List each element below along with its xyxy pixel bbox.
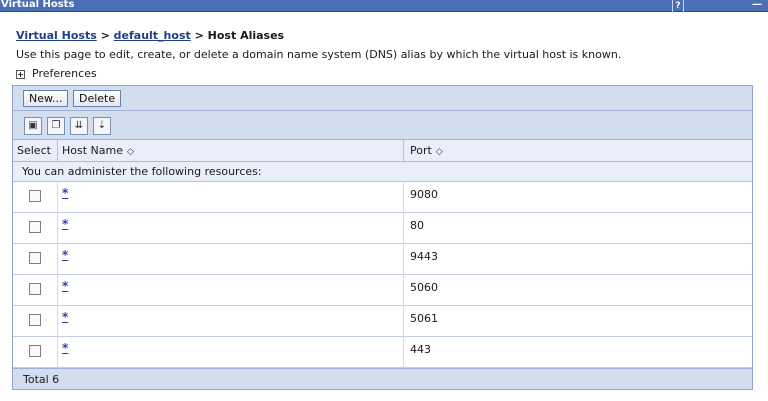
column-header-host-name-label: Host Name: [62, 144, 123, 157]
table-row: * 9443: [13, 244, 752, 275]
port-value: 5060: [410, 281, 438, 294]
new-button[interactable]: New...: [23, 90, 69, 107]
row-divider: [403, 182, 404, 213]
port-value: 9443: [410, 250, 438, 263]
expand-icon[interactable]: +: [16, 69, 25, 79]
row-select-checkbox[interactable]: [29, 345, 41, 357]
host-name-link[interactable]: *: [62, 310, 68, 324]
host-name-link[interactable]: *: [62, 341, 68, 355]
port-value: 9080: [410, 188, 438, 201]
row-select-checkbox[interactable]: [29, 221, 41, 233]
row-divider: [403, 337, 404, 368]
show-filter-icon[interactable]: ⇊: [70, 117, 88, 135]
delete-button[interactable]: Delete: [73, 90, 122, 107]
host-name-link[interactable]: *: [62, 279, 68, 293]
preferences-toggle[interactable]: + Preferences: [16, 67, 97, 80]
table-row: * 9080: [13, 182, 752, 213]
row-divider: [57, 306, 58, 337]
table-row: * 5061: [13, 306, 752, 337]
minimize-icon[interactable]: —: [746, 0, 768, 12]
breadcrumb-separator: >: [194, 29, 204, 42]
row-divider: [57, 182, 58, 213]
deselect-all-icon[interactable]: ❐: [47, 117, 65, 135]
port-value: 5061: [410, 312, 438, 325]
table-row: * 443: [13, 337, 752, 368]
table-total: Total 6: [13, 368, 752, 389]
help-icon[interactable]: ?: [672, 0, 684, 12]
row-divider: [403, 244, 404, 275]
table-row: * 5060: [13, 275, 752, 306]
row-divider: [403, 306, 404, 337]
action-toolbar: New... Delete: [13, 86, 752, 111]
row-divider: [403, 275, 404, 306]
column-divider: [57, 140, 58, 162]
table-toolbar: ▣ ❐ ⇊ ⇣: [13, 111, 752, 140]
column-divider: [403, 140, 404, 162]
row-select-checkbox[interactable]: [29, 190, 41, 202]
table-row: * 80: [13, 213, 752, 244]
window-title: Virtual Hosts: [1, 0, 75, 10]
port-value: 80: [410, 219, 424, 232]
page-description: Use this page to edit, create, or delete…: [16, 48, 622, 61]
breadcrumb-virtual-hosts-link[interactable]: Virtual Hosts: [16, 29, 97, 42]
breadcrumb-default-host-link[interactable]: default_host: [114, 29, 191, 42]
host-name-link[interactable]: *: [62, 217, 68, 231]
row-select-checkbox[interactable]: [29, 314, 41, 326]
sort-icon[interactable]: ◇: [436, 147, 443, 157]
breadcrumb-current: Host Aliases: [207, 29, 285, 42]
column-header-port-label: Port: [410, 144, 432, 157]
window-titlebar: Virtual Hosts ? —: [0, 0, 768, 12]
row-select-checkbox[interactable]: [29, 283, 41, 295]
row-divider: [57, 244, 58, 275]
row-divider: [57, 275, 58, 306]
host-name-link[interactable]: *: [62, 186, 68, 200]
clear-filter-icon[interactable]: ⇣: [93, 117, 111, 135]
column-header-select: Select: [17, 144, 51, 157]
select-all-icon[interactable]: ▣: [24, 117, 42, 135]
row-divider: [403, 213, 404, 244]
row-divider: [57, 337, 58, 368]
sort-icon[interactable]: ◇: [127, 147, 134, 157]
column-header-host-name[interactable]: Host Name ◇: [62, 140, 134, 162]
column-header-port[interactable]: Port ◇: [410, 140, 443, 162]
row-divider: [57, 213, 58, 244]
resources-message: You can administer the following resourc…: [13, 162, 752, 182]
port-value: 443: [410, 343, 431, 356]
breadcrumb-separator: >: [100, 29, 110, 42]
table-header: Select Host Name ◇ Port ◇: [13, 140, 752, 162]
host-aliases-collection: New... Delete ▣ ❐ ⇊ ⇣ Select Host Name ◇ …: [12, 85, 753, 390]
breadcrumb: Virtual Hosts > default_host > Host Alia…: [16, 29, 284, 42]
preferences-label: Preferences: [32, 67, 97, 80]
row-select-checkbox[interactable]: [29, 252, 41, 264]
host-name-link[interactable]: *: [62, 248, 68, 262]
